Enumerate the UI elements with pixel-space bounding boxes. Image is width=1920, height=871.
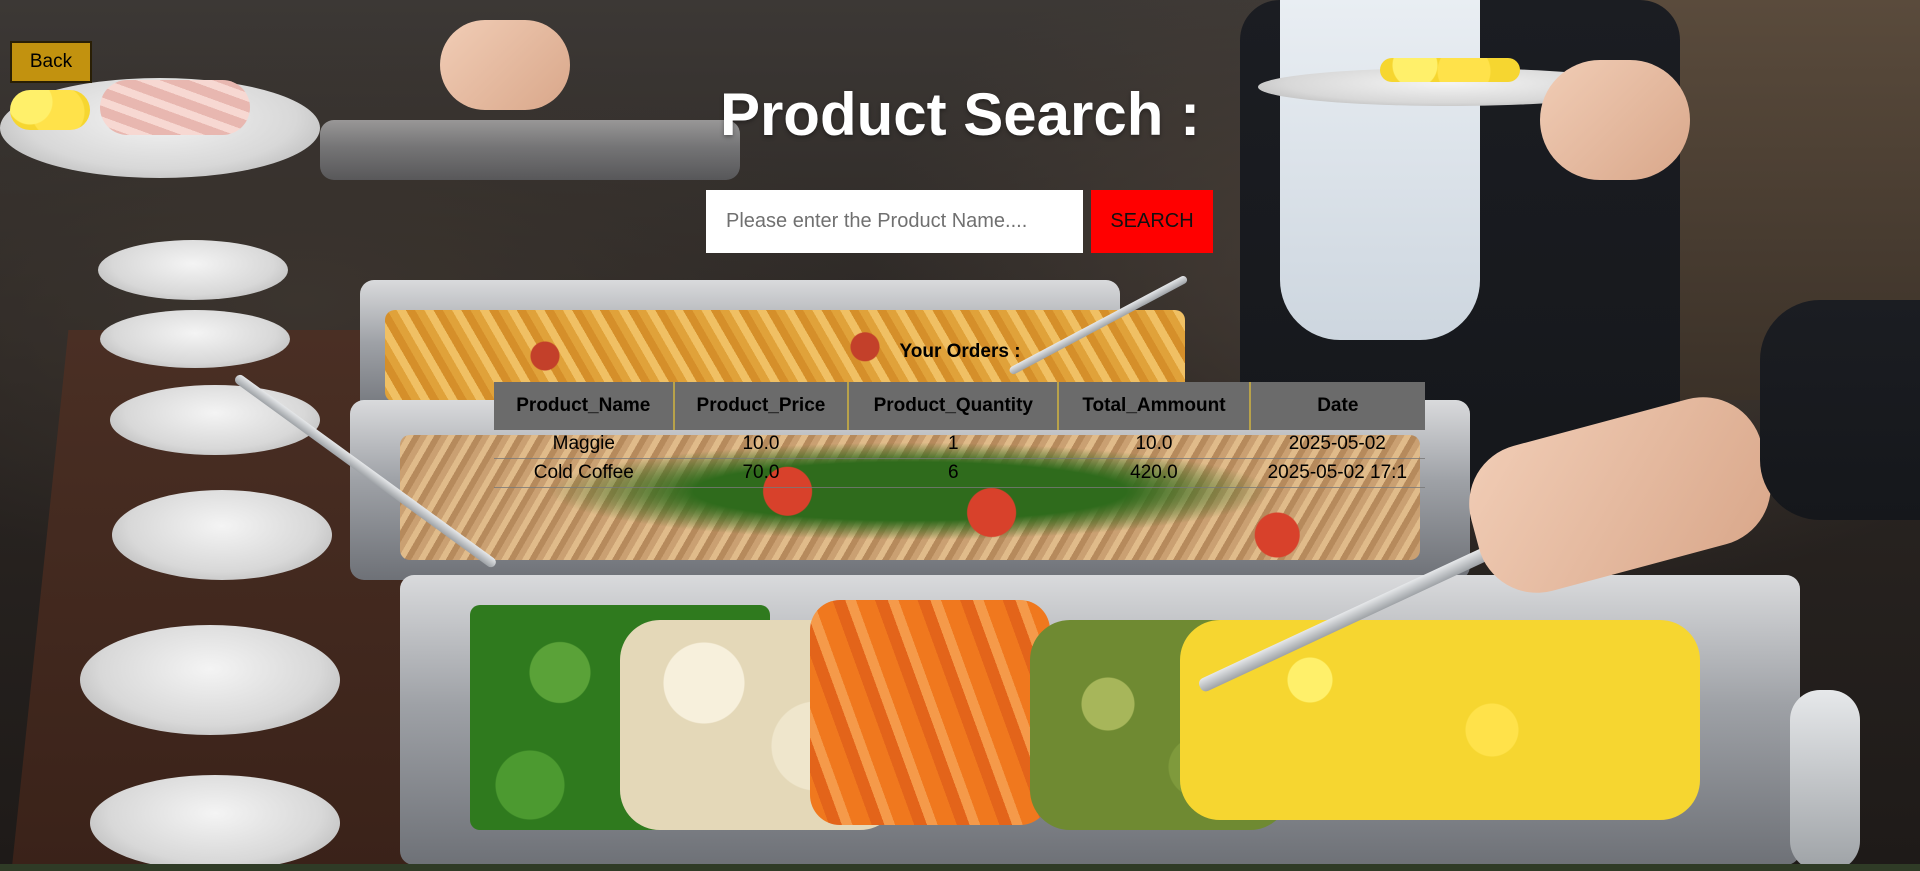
background-food: [620, 620, 900, 830]
column-header-product-price: Product_Price: [673, 382, 850, 430]
orders-table: Product_Name Product_Price Product_Quant…: [494, 382, 1425, 488]
column-header-product-name: Product_Name: [494, 382, 675, 430]
background-table: [11, 330, 489, 871]
background-food: [470, 605, 770, 830]
background-plate: [98, 240, 288, 300]
background-food: [10, 90, 90, 130]
background-utensil: [1790, 690, 1860, 871]
background-spoon: [233, 372, 498, 570]
cell-total-amount: 420.0: [1058, 458, 1250, 488]
back-button[interactable]: Back: [10, 41, 92, 83]
background-shirt: [1280, 0, 1480, 340]
background-person: [1560, 0, 1920, 400]
background-hand: [1455, 383, 1785, 607]
cell-product-quantity: 1: [848, 430, 1059, 459]
cell-product-quantity: 6: [848, 458, 1059, 488]
background-food: [100, 80, 250, 135]
column-header-date: Date: [1249, 382, 1425, 430]
cell-product-name: Maggie: [494, 430, 674, 459]
cell-product-name: Cold Coffee: [494, 458, 674, 488]
table-row: Cold Coffee 70.0 6 420.0 2025-05-02 17:1: [494, 458, 1425, 488]
orders-heading: Your Orders :: [899, 341, 1021, 362]
background-hand: [440, 20, 570, 110]
table-header-row: Product_Name Product_Price Product_Quant…: [494, 382, 1425, 430]
column-header-total-amount: Total_Ammount: [1058, 382, 1251, 430]
background-plate: [100, 310, 290, 368]
background-food: [810, 600, 1050, 825]
background-strip: [0, 864, 1920, 871]
column-header-product-quantity: Product_Quantity: [848, 382, 1060, 430]
table-row: Maggie 10.0 1 10.0 2025-05-02: [494, 430, 1425, 459]
background-plate: [110, 385, 320, 455]
background-plate: [0, 78, 320, 178]
background-plate: [112, 490, 332, 580]
cell-date: 2025-05-02 17:1: [1249, 458, 1425, 488]
background-spoon: [1197, 486, 1620, 694]
background-food: [1030, 620, 1290, 830]
background-food: [1180, 620, 1700, 820]
page-title: Product Search :: [719, 81, 1201, 148]
background-plate: [90, 775, 340, 871]
background-plate: [80, 625, 340, 735]
cell-total-amount: 10.0: [1058, 430, 1250, 459]
cell-product-price: 10.0: [673, 430, 849, 459]
background-tray: [400, 575, 1800, 865]
cell-product-price: 70.0: [673, 458, 849, 488]
page: Back Product Search : SEARCH Your Orders…: [0, 0, 1920, 871]
background-arm: [1760, 300, 1920, 520]
background-food: [1380, 58, 1520, 82]
background-hand: [1540, 60, 1690, 180]
search-button[interactable]: SEARCH: [1091, 190, 1213, 253]
search-input[interactable]: [706, 190, 1083, 253]
cell-date: 2025-05-02: [1249, 430, 1425, 459]
